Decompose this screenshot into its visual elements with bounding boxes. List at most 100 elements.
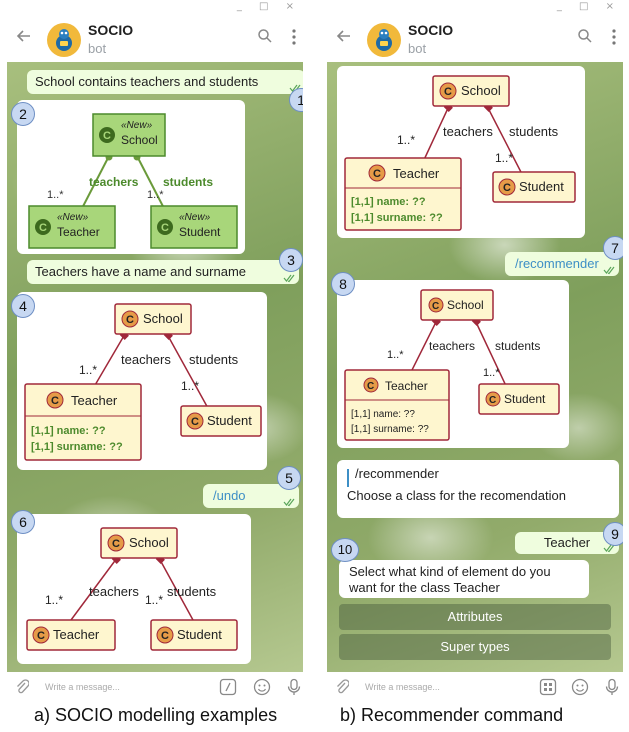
step-number: 1	[289, 88, 303, 112]
search-icon[interactable]	[577, 28, 593, 44]
window-controls[interactable]: _ □ ×	[557, 1, 621, 12]
svg-text:C: C	[161, 222, 169, 234]
emoji-icon[interactable]	[253, 678, 271, 696]
svg-text:C: C	[39, 222, 47, 234]
uml-diagram-attributes: C School 1..* teachers 1..* students C T…	[17, 292, 267, 470]
chat-header: SOCIO bot	[323, 14, 627, 62]
uml-diagram-after-undo: C School 1..* teachers 1..* students C T…	[17, 514, 251, 664]
svg-text:C: C	[367, 381, 374, 392]
attribute-surname: [1,1] surname: ??	[351, 212, 443, 224]
multiplicity: 1..*	[387, 349, 404, 361]
new-stereotype: «New»	[179, 212, 211, 223]
chat-area[interactable]: School contains teachers and students C …	[7, 62, 303, 672]
svg-text:C: C	[191, 416, 199, 428]
bot-name: SOCIO	[88, 22, 134, 38]
new-stereotype: «New»	[121, 120, 153, 131]
svg-text:C: C	[373, 168, 381, 180]
step-number: 3	[279, 248, 303, 272]
role-teachers: teachers	[89, 175, 139, 189]
slash-command-icon[interactable]	[219, 678, 237, 696]
multiplicity: 1..*	[147, 189, 164, 201]
class-name-teacher: Teacher	[393, 166, 440, 181]
bot-status: bot	[408, 41, 427, 56]
role-students: students	[495, 339, 540, 353]
message-text[interactable]: /recommender	[515, 256, 609, 272]
class-name-teacher: Teacher	[57, 225, 100, 239]
quoted-command: /recommender	[355, 466, 439, 481]
role-teachers: teachers	[121, 352, 171, 367]
microphone-icon[interactable]	[603, 678, 621, 696]
role-students: students	[167, 584, 217, 599]
message-text[interactable]: /undo	[213, 488, 289, 504]
more-vertical-icon[interactable]	[611, 28, 617, 46]
chat-area[interactable]: C School 1..* teachers 1..* students C T…	[327, 62, 623, 672]
attribute-name: [1,1] name: ??	[351, 196, 426, 208]
quote-bar	[347, 469, 349, 487]
attribute-name: [1,1] name: ??	[31, 425, 106, 437]
keyboard-button-super-types[interactable]: Super types	[339, 634, 611, 660]
message-input[interactable]: Write a message...	[45, 682, 120, 692]
class-name-school: School	[143, 311, 183, 326]
message-text: School contains teachers and students	[35, 74, 259, 89]
step-number: 10	[331, 538, 359, 562]
window-titlebar: _ □ ×	[323, 0, 627, 14]
class-name-school: School	[461, 83, 501, 98]
emoji-icon[interactable]	[571, 678, 589, 696]
message-bubble-incoming: Select what kind of element do you want …	[339, 560, 589, 598]
window-controls[interactable]: _ □ ×	[237, 1, 301, 12]
class-name-teacher: Teacher	[71, 393, 118, 408]
class-name-school: School	[129, 535, 169, 550]
svg-text:C: C	[444, 86, 452, 98]
step-number: 8	[331, 272, 355, 296]
message-text: Teachers have a name and surname	[35, 264, 247, 279]
message-bubble-outgoing: School contains teachers and students	[27, 70, 303, 94]
step-number: 9	[603, 522, 623, 546]
attribute-surname: [1,1] surname: ??	[31, 441, 123, 453]
message-text: Select what kind of element do you want …	[349, 564, 551, 595]
multiplicity: 1..*	[181, 379, 199, 393]
microphone-icon[interactable]	[285, 678, 303, 696]
svg-text:C: C	[126, 314, 134, 326]
class-name-student: Student	[504, 392, 546, 406]
search-icon[interactable]	[257, 28, 273, 44]
multiplicity: 1..*	[45, 593, 63, 607]
uml-diagram-new-classes: C «New» School 1..* teachers 1..* studen…	[17, 100, 245, 254]
back-arrow-icon[interactable]	[15, 27, 33, 45]
class-name-teacher: Teacher	[53, 627, 100, 642]
multiplicity: 1..*	[397, 133, 415, 147]
class-name-school: School	[447, 298, 484, 312]
step-number: 4	[11, 294, 35, 318]
step-number: 6	[11, 510, 35, 534]
svg-text:C: C	[51, 395, 59, 407]
class-name-school: School	[121, 133, 158, 147]
role-students: students	[163, 175, 213, 189]
role-students: students	[189, 352, 239, 367]
class-name-student: Student	[519, 179, 564, 194]
bot-avatar[interactable]	[47, 23, 81, 57]
double-check-icon	[283, 498, 295, 507]
role-students: students	[509, 124, 559, 139]
role-teachers: teachers	[443, 124, 493, 139]
role-teachers: teachers	[89, 584, 139, 599]
double-check-icon	[603, 266, 615, 275]
class-name-teacher: Teacher	[385, 379, 428, 393]
svg-text:C: C	[103, 130, 111, 142]
message-input[interactable]: Write a message...	[365, 682, 440, 692]
back-arrow-icon[interactable]	[335, 27, 353, 45]
attach-icon[interactable]	[15, 679, 29, 695]
role-teachers: teachers	[429, 339, 475, 353]
bot-avatar[interactable]	[367, 23, 401, 57]
uml-diagram-current-model: C School 1..* teachers 1..* students C T…	[337, 66, 585, 238]
svg-text:C: C	[161, 630, 169, 642]
message-text: Choose a class for the recomendation	[347, 488, 566, 503]
more-vertical-icon[interactable]	[291, 28, 297, 46]
multiplicity: 1..*	[483, 367, 500, 379]
class-name-student: Student	[179, 225, 221, 239]
multiplicity: 1..*	[145, 593, 163, 607]
keyboard-button-attributes[interactable]: Attributes	[339, 604, 611, 630]
attribute-surname: [1,1] surname: ??	[351, 424, 429, 435]
multiplicity: 1..*	[495, 151, 513, 165]
step-number: 7	[603, 236, 623, 260]
attach-icon[interactable]	[335, 679, 349, 695]
keyboard-icon[interactable]	[539, 678, 557, 696]
